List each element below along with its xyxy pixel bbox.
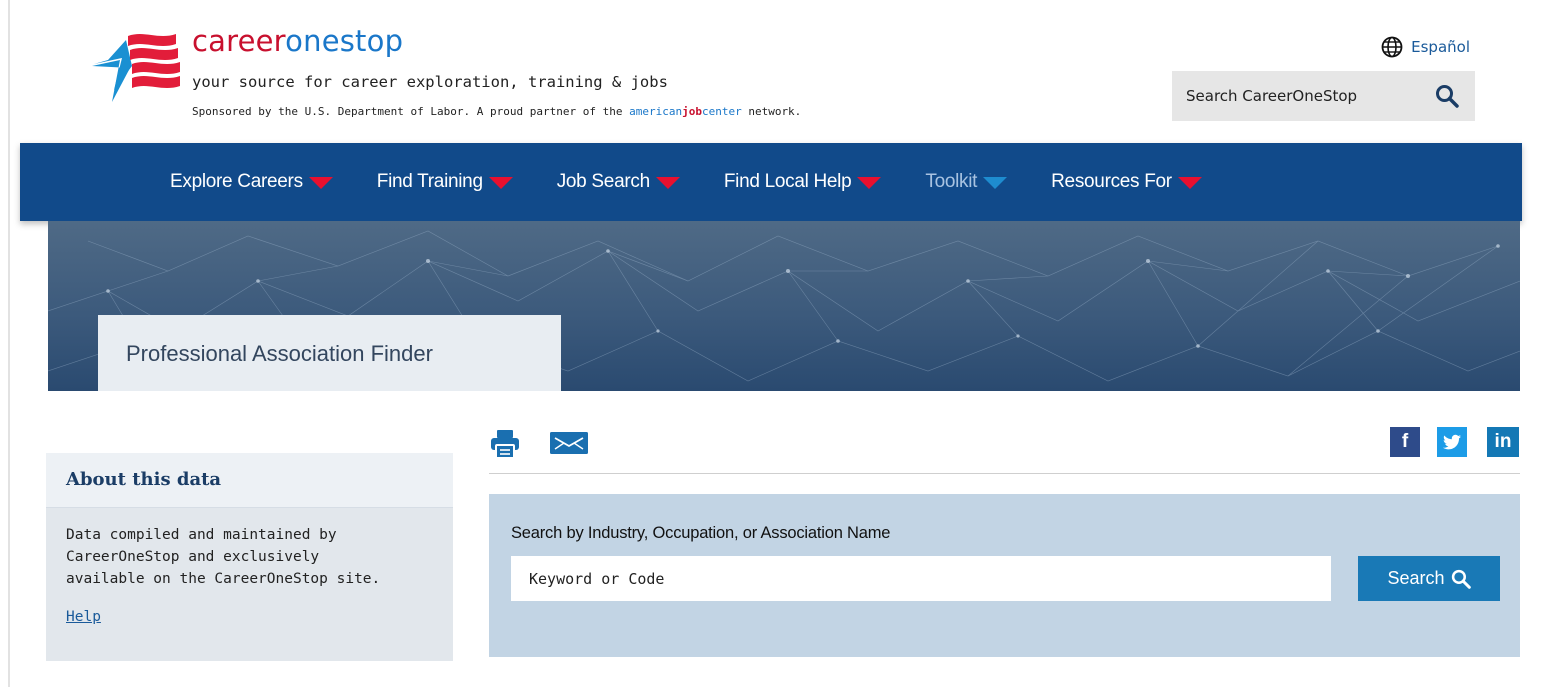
about-text-line: Data compiled and maintained by xyxy=(66,527,337,543)
brand-part-career: career xyxy=(192,24,286,58)
nav-label: Job Search xyxy=(556,171,650,192)
left-page-rule xyxy=(8,0,10,687)
caret-down-icon xyxy=(655,177,680,189)
site-tagline: your source for career exploration, trai… xyxy=(192,73,668,91)
nav-label: Find Local Help xyxy=(723,171,852,192)
search-label: Search by Industry, Occupation, or Assoc… xyxy=(511,524,891,542)
nav-job-search[interactable]: Job Search xyxy=(557,171,680,193)
ajc-american[interactable]: american xyxy=(629,105,682,118)
nav-label: Resources For xyxy=(1051,171,1172,192)
language-switch[interactable]: Español xyxy=(1381,36,1470,58)
keyword-search-input[interactable] xyxy=(511,556,1331,601)
help-link[interactable]: Help xyxy=(66,606,101,628)
caret-down-icon xyxy=(1177,177,1202,189)
search-button[interactable]: Search xyxy=(1358,556,1500,601)
brand-wordmark[interactable]: careeronestop xyxy=(192,24,403,58)
language-label: Español xyxy=(1411,38,1470,56)
search-button-label: Search xyxy=(1387,568,1445,588)
nav-label: Toolkit xyxy=(925,171,978,192)
page-title: Professional Association Finder xyxy=(126,341,433,366)
nav-label: Find Training xyxy=(376,171,483,192)
search-icon xyxy=(1436,85,1459,108)
about-text-line: CareerOneStop and exclusively xyxy=(66,549,320,565)
brand-part-one: one xyxy=(285,24,340,58)
nav-toolkit[interactable]: Toolkit xyxy=(925,171,1008,193)
nav-find-training[interactable]: Find Training xyxy=(377,171,513,193)
brand-part-stop: stop xyxy=(339,24,404,58)
globe-icon xyxy=(1381,36,1403,58)
careeronestop-logo-icon[interactable] xyxy=(92,28,182,108)
twitter-bird-glyph xyxy=(1442,434,1461,450)
nav-explore-careers[interactable]: Explore Careers xyxy=(170,171,333,193)
sponsor-suffix: network. xyxy=(741,105,802,118)
ajc-center[interactable]: center xyxy=(702,105,742,118)
twitter-icon[interactable] xyxy=(1437,427,1467,457)
association-search-panel: Search by Industry, Occupation, or Assoc… xyxy=(489,494,1520,657)
linkedin-letter: in xyxy=(1494,431,1512,452)
linkedin-icon[interactable]: in xyxy=(1487,427,1519,457)
page-title-box: Professional Association Finder xyxy=(98,315,561,391)
caret-down-icon xyxy=(488,177,513,189)
nav-find-local-help[interactable]: Find Local Help xyxy=(724,171,882,193)
about-text-line: available on the CareerOneStop site. xyxy=(66,571,381,587)
caret-down-icon xyxy=(308,177,333,189)
site-header: careeronestop your source for career exp… xyxy=(20,0,1522,143)
main-nav: Explore Careers Find Training Job Search… xyxy=(20,143,1522,221)
caret-down-icon xyxy=(983,177,1008,189)
sponsor-prefix: Sponsored by the U.S. Department of Labo… xyxy=(192,105,630,118)
print-icon[interactable] xyxy=(489,428,521,460)
site-search-button[interactable]: Search CareerOneStop xyxy=(1172,71,1475,121)
about-title: About this data xyxy=(46,453,453,508)
nav-resources-for[interactable]: Resources For xyxy=(1051,171,1202,193)
ajc-job[interactable]: job xyxy=(682,105,702,118)
toolbar-divider xyxy=(489,473,1520,474)
about-body: Data compiled and maintained by CareerOn… xyxy=(46,508,453,661)
facebook-icon[interactable]: f xyxy=(1390,427,1420,457)
caret-down-icon xyxy=(857,177,882,189)
sponsor-line: Sponsored by the U.S. Department of Labo… xyxy=(192,105,801,118)
about-this-data-panel: About this data Data compiled and mainta… xyxy=(46,453,453,661)
search-icon xyxy=(1451,569,1471,589)
nav-label: Explore Careers xyxy=(170,171,303,192)
email-icon[interactable] xyxy=(550,432,588,454)
site-search-label: Search CareerOneStop xyxy=(1186,87,1358,105)
facebook-letter: f xyxy=(1401,431,1409,452)
